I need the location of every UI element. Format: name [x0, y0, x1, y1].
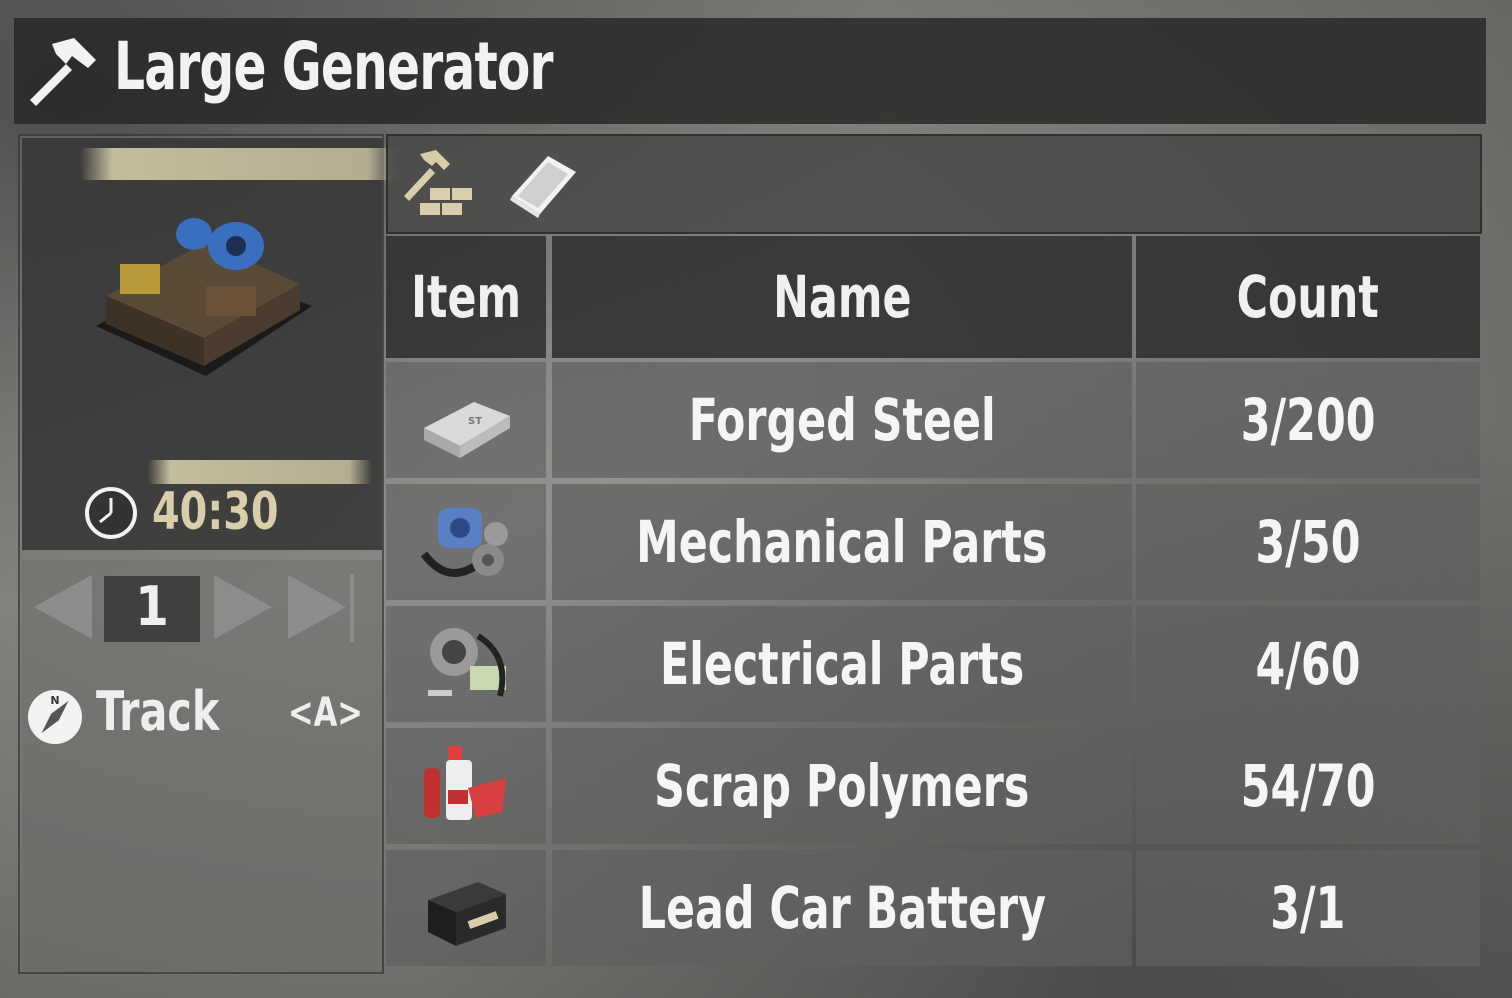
- table-row-count: 54/70: [1136, 728, 1480, 844]
- compass-icon[interactable]: N: [26, 688, 84, 746]
- track-button[interactable]: Track: [96, 680, 219, 743]
- large-generator-image: [96, 218, 312, 376]
- table-row-name[interactable]: Mechanical Parts: [552, 484, 1132, 600]
- window-title: Large Generator: [114, 28, 554, 105]
- quantity-field[interactable]: 1: [104, 576, 200, 642]
- table-row-item-icon[interactable]: ST: [386, 362, 546, 478]
- table-row-name[interactable]: Forged Steel: [552, 362, 1132, 478]
- table-row-item-icon[interactable]: [386, 484, 546, 600]
- table-row-name[interactable]: Electrical Parts: [552, 606, 1132, 722]
- table-row-count: 3/50: [1136, 484, 1480, 600]
- electrical-parts-icon: [428, 628, 506, 697]
- mechanical-parts-icon: [420, 508, 508, 577]
- scrap-polymers-icon: [424, 746, 506, 820]
- table-row-name[interactable]: Scrap Polymers: [552, 728, 1132, 844]
- header-item[interactable]: Item: [386, 236, 546, 358]
- svg-text:ST: ST: [468, 416, 482, 427]
- increase-quantity-button[interactable]: [214, 575, 272, 639]
- hammer-bricks-icon[interactable]: [400, 148, 476, 222]
- table-row-item-icon[interactable]: [386, 606, 546, 722]
- forged-steel-icon: ST: [424, 402, 510, 458]
- clock-icon: [85, 487, 137, 539]
- max-quantity-bar: [350, 574, 354, 642]
- hammer-icon: [30, 38, 96, 106]
- table-row-count: 3/200: [1136, 362, 1480, 478]
- max-quantity-button[interactable]: [288, 575, 346, 639]
- svg-text:N: N: [50, 694, 59, 707]
- header-count[interactable]: Count: [1136, 236, 1480, 358]
- highlight-streak-lower: [148, 460, 372, 484]
- track-keybind: <A>: [288, 690, 363, 736]
- craft-time: 40:30: [152, 482, 279, 542]
- highlight-streak: [80, 148, 400, 180]
- table-row-count: 3/1: [1136, 850, 1480, 966]
- book-icon[interactable]: [508, 150, 580, 220]
- table-row-item-icon[interactable]: [386, 728, 546, 844]
- header-name[interactable]: Name: [552, 236, 1132, 358]
- table-row-item-icon[interactable]: [386, 850, 546, 966]
- lead-car-battery-icon: [428, 882, 506, 946]
- table-row-name[interactable]: Lead Car Battery: [552, 850, 1132, 966]
- table-row-count: 4/60: [1136, 606, 1480, 722]
- decrease-quantity-button[interactable]: [34, 575, 92, 639]
